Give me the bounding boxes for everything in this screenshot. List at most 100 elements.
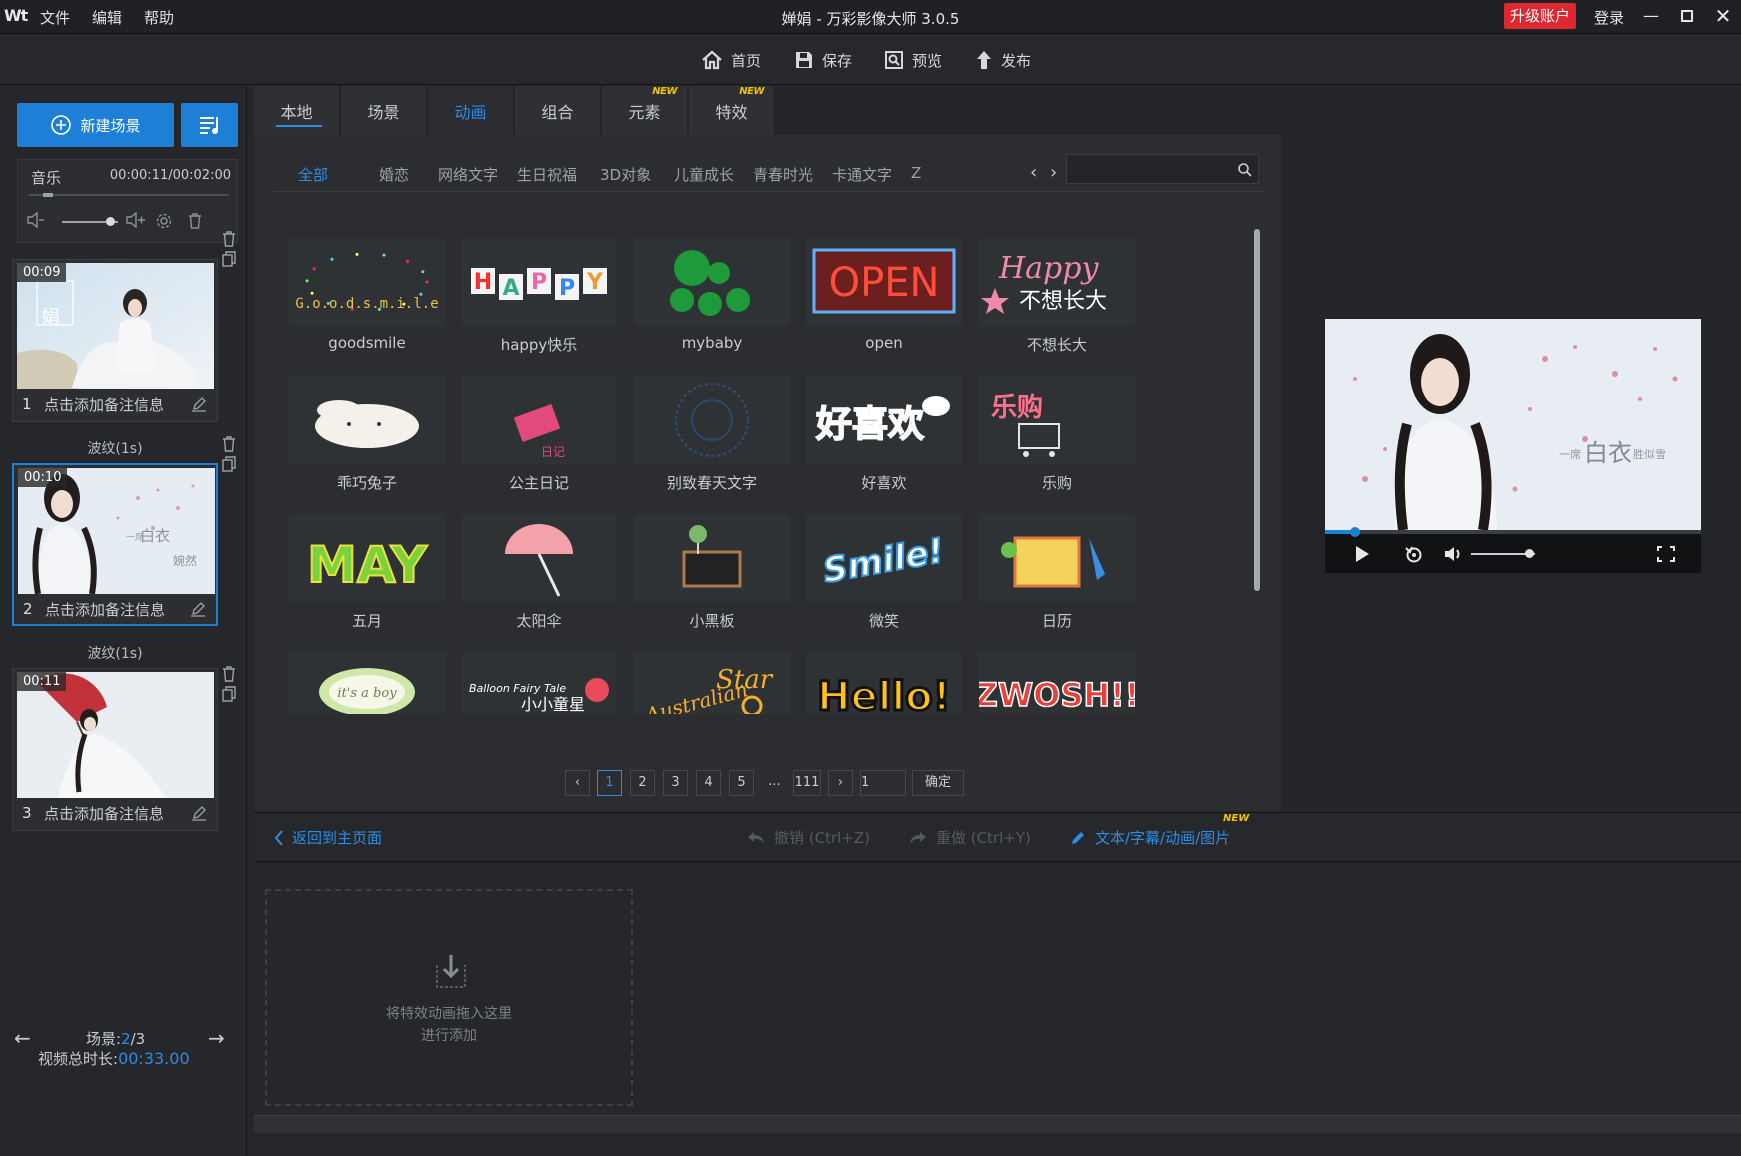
grid-scrollbar[interactable] (1254, 229, 1260, 591)
home-button[interactable]: 首页 (701, 47, 761, 73)
music-progress-track[interactable] (29, 193, 229, 197)
animation-item[interactable]: 日记 公主日记 (461, 376, 617, 500)
tab-6[interactable]: 特效 NEW (689, 86, 775, 135)
save-button[interactable]: 保存 (794, 47, 852, 73)
category-item[interactable]: Z (911, 164, 921, 182)
pencil-icon[interactable] (191, 805, 207, 821)
page-confirm-button[interactable]: 确定 (912, 770, 964, 796)
redo-button[interactable]: 重做 (Ctrl+Y) (908, 827, 1031, 848)
music-panel: 音乐 00:00:11/00:02:00 (17, 159, 238, 243)
prev-scene-arrow-icon[interactable]: ← (14, 1026, 31, 1050)
animation-item[interactable]: Smile! 微笑 (806, 514, 962, 638)
maximize-icon[interactable] (1674, 4, 1700, 28)
animation-item[interactable]: Hello! (806, 652, 962, 776)
back-to-home-button[interactable]: 返回到主页面 (274, 827, 382, 848)
animation-item[interactable]: H A P P Yhappy快乐 (461, 238, 617, 362)
animation-item[interactable]: MAY 五月 (289, 514, 445, 638)
fullscreen-icon[interactable] (1655, 544, 1677, 564)
volume-down-icon[interactable] (25, 211, 47, 230)
animation-item[interactable]: Balloon Fairy Tale 小小童星 (461, 652, 617, 776)
upgrade-account-button[interactable]: 升级账户 (1504, 3, 1576, 29)
gear-icon[interactable] (153, 212, 175, 230)
next-scene-arrow-icon[interactable]: → (208, 1026, 225, 1050)
category-item[interactable]: 生日祝福 (517, 164, 577, 185)
undo-button[interactable]: 撤销 (Ctrl+Z) (746, 827, 870, 848)
animation-item[interactable]: 别致春天文字 (634, 376, 790, 500)
scene-card-2[interactable]: 一席 白衣 婉然 00:10 2 点击添加备注信息 (12, 463, 218, 626)
scene-transition-label[interactable]: 波纹(1s) (0, 643, 230, 663)
page-button[interactable]: 5 (729, 770, 754, 796)
trash-icon[interactable] (184, 212, 206, 230)
animation-item[interactable]: 小黑板 (634, 514, 790, 638)
category-item[interactable]: 婚恋 (379, 164, 409, 185)
animation-item[interactable]: G.o.o.d.s.m.i.l.e goodsmile (289, 238, 445, 362)
scene-transition-label[interactable]: 波纹(1s) (0, 438, 230, 458)
trash-icon[interactable] (222, 436, 236, 452)
volume-icon[interactable] (1443, 544, 1465, 564)
scene-card-1[interactable]: 娟 00:09 1 点击添加备注信息 (12, 259, 218, 422)
category-item[interactable]: 青春时光 (753, 164, 813, 185)
replay-icon[interactable] (1403, 544, 1425, 564)
page-button[interactable]: 1 (597, 770, 622, 796)
animation-item[interactable]: 太阳伞 (461, 514, 617, 638)
category-item[interactable]: 3D对象 (600, 164, 651, 185)
page-button[interactable]: 4 (696, 770, 721, 796)
copy-icon[interactable] (222, 251, 236, 267)
trash-icon[interactable] (222, 231, 236, 247)
edit-text-button[interactable]: 文本/字幕/动画/图片 (1069, 827, 1230, 848)
animation-drop-zone[interactable]: 将特效动画拖入这里 进行添加 (265, 889, 633, 1106)
play-icon[interactable] (1351, 544, 1373, 564)
publish-button[interactable]: 发布 (975, 47, 1031, 73)
chevron-left-icon[interactable]: ‹ (565, 770, 590, 796)
page-button-last[interactable]: 111 (793, 770, 821, 796)
pencil-icon[interactable] (191, 396, 207, 412)
animation-item[interactable]: OPEN open (806, 238, 962, 362)
tab-3[interactable]: 动画 (428, 86, 514, 135)
page-button[interactable]: 2 (630, 770, 655, 796)
category-item[interactable]: 全部 (298, 164, 328, 185)
copy-icon[interactable] (222, 686, 236, 702)
chevron-right-icon[interactable]: › (828, 770, 853, 796)
preview-volume-knob[interactable] (1524, 549, 1534, 558)
animation-item[interactable]: 好喜欢 好喜欢 (806, 376, 962, 500)
scene-note[interactable]: 点击添加备注信息 (45, 599, 165, 620)
music-volume-knob[interactable] (105, 217, 115, 226)
tab-2[interactable]: 场景 (341, 86, 427, 135)
copy-icon[interactable] (222, 456, 236, 472)
scene-note[interactable]: 点击添加备注信息 (44, 394, 164, 415)
minimize-icon[interactable]: — (1638, 4, 1664, 28)
search-input[interactable] (1066, 154, 1259, 184)
page-button[interactable]: 3 (663, 770, 688, 796)
category-item[interactable]: 儿童成长 (674, 164, 734, 185)
animation-item[interactable]: 乖巧兔子 (289, 376, 445, 500)
timeline-track[interactable] (254, 1115, 1741, 1133)
animation-item[interactable]: mybaby (634, 238, 790, 362)
animation-item[interactable]: ZWOSH!! (979, 652, 1135, 776)
category-item[interactable]: 网络文字 (438, 164, 498, 185)
scene-card-3[interactable]: 00:11 3 点击添加备注信息 (12, 668, 218, 831)
login-button[interactable]: 登录 (1594, 7, 1624, 28)
preview-button[interactable]: 预览 (884, 47, 942, 73)
animation-item[interactable]: 日历 (979, 514, 1135, 638)
close-icon[interactable]: ✕ (1710, 4, 1736, 28)
scene-list-button[interactable] (181, 103, 238, 147)
animation-item[interactable]: 乐购 乐购 (979, 376, 1135, 500)
tab-1[interactable]: 本地 (254, 86, 340, 135)
trash-icon[interactable] (222, 666, 236, 682)
tab-5[interactable]: 元素 NEW (602, 86, 688, 135)
home-icon (702, 50, 722, 70)
chevron-left-icon[interactable]: ‹ (1030, 162, 1037, 183)
svg-text:P: P (531, 270, 547, 295)
search-icon[interactable] (1237, 162, 1253, 178)
new-scene-button[interactable]: 新建场景 (17, 103, 174, 147)
animation-item[interactable]: Australian Star (634, 652, 790, 776)
pencil-icon[interactable] (190, 601, 206, 617)
page-jump-input[interactable]: 1 (860, 770, 906, 796)
animation-item[interactable]: Happy 不想长大 不想长大 (979, 238, 1135, 362)
scene-note[interactable]: 点击添加备注信息 (44, 803, 164, 824)
category-item[interactable]: 卡通文字 (832, 164, 892, 185)
tab-4[interactable]: 组合 (515, 86, 601, 135)
animation-item[interactable]: it's a boy (289, 652, 445, 776)
volume-up-icon[interactable] (125, 211, 147, 230)
chevron-right-icon[interactable]: › (1050, 162, 1057, 183)
